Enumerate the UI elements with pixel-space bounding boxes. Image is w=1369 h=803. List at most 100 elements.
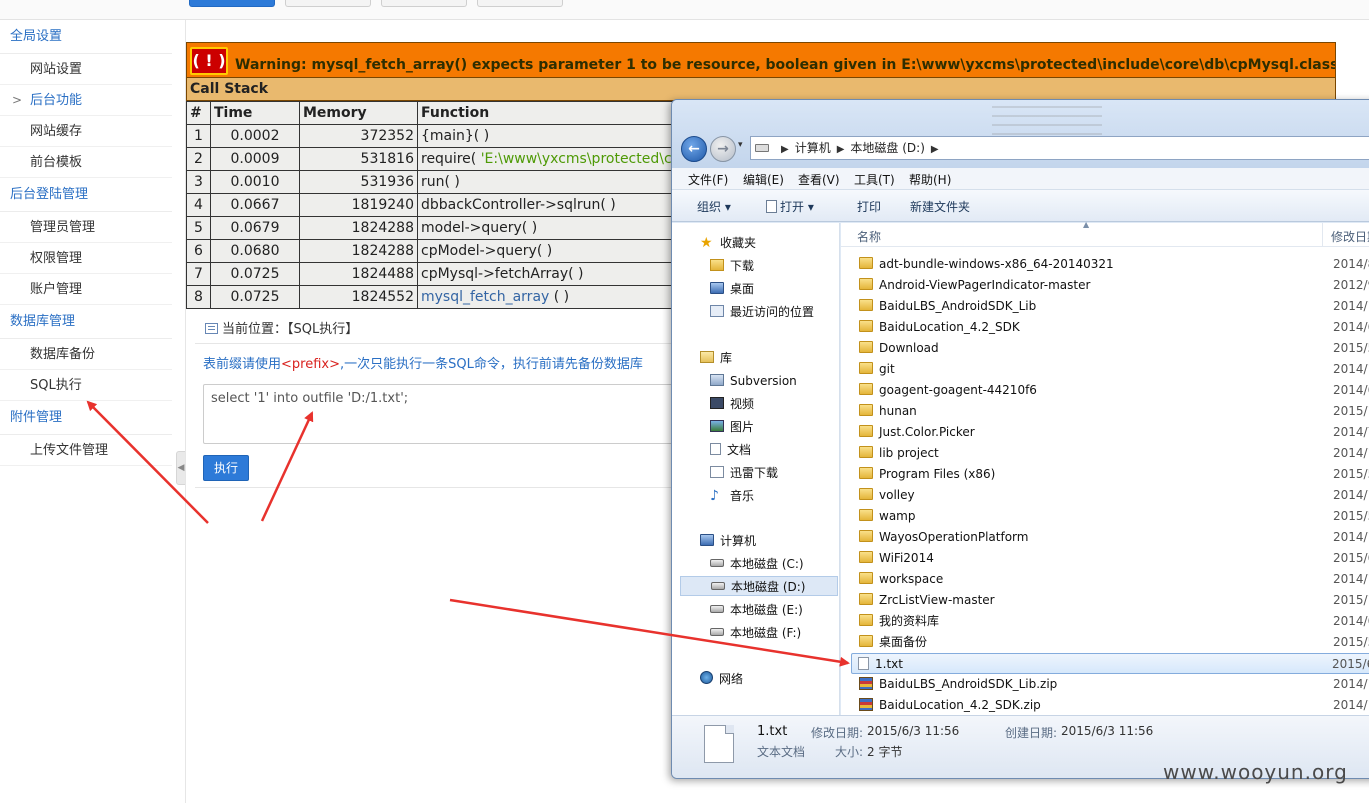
nav-network[interactable]: 网络 [700, 669, 743, 689]
sidebar-item-account-manage[interactable]: 账户管理 [0, 274, 172, 305]
file-row[interactable]: volley 2014/1 [853, 485, 1369, 506]
file-row[interactable]: Program Files (x86) 2015/5 [853, 464, 1369, 485]
nav-favorites[interactable]: ★ 收藏夹 [700, 233, 756, 253]
menu-file[interactable]: 文件(F) [688, 171, 728, 188]
file-row[interactable]: goagent-goagent-44210f6 2014/6 [853, 380, 1369, 401]
top-tab-active[interactable] [189, 0, 275, 7]
sidebar-item-sql-exec[interactable]: SQL执行 [0, 370, 172, 401]
sidebar-item-site-settings[interactable]: 网站设置 [0, 54, 172, 85]
cell-time: 0.0725 [210, 285, 300, 309]
menu-help[interactable]: 帮助(H) [909, 171, 951, 188]
file-row[interactable]: 我的资料库 2014/6 [853, 611, 1369, 632]
sql-input[interactable]: select '1' into outfile 'D:/1.txt'; [203, 384, 678, 444]
nav-drive-d[interactable]: 本地磁盘 (D:) [680, 576, 838, 596]
file-row[interactable]: hunan 2015/1 [853, 401, 1369, 422]
open-button[interactable]: 打开 ▾ [766, 198, 814, 215]
column-date[interactable]: 修改日期 [1331, 228, 1369, 245]
file-row[interactable]: git 2014/1 [853, 359, 1369, 380]
file-row[interactable]: workspace 2014/1 [853, 569, 1369, 590]
nav-libraries[interactable]: 库 [700, 348, 732, 368]
file-name: 我的资料库 [859, 611, 939, 632]
file-row[interactable]: 桌面备份 2015/5 [853, 632, 1369, 653]
sidebar-group-global[interactable]: 全局设置 [0, 20, 172, 54]
menu-tools[interactable]: 工具(T) [854, 171, 895, 188]
sidebar-group-attachments[interactable]: 附件管理 [0, 401, 172, 435]
file-date: 2014/1 [1333, 677, 1369, 691]
folder-icon [859, 404, 873, 416]
nav-drive-c[interactable]: 本地磁盘 (C:) [710, 554, 804, 574]
nav-computer[interactable]: 计算机 [700, 531, 756, 551]
col-function: Function [416, 101, 685, 125]
sidebar-item-upload-files[interactable]: 上传文件管理 [0, 435, 172, 466]
file-row[interactable]: 1.txt 2015/6 [851, 653, 1369, 674]
file-row[interactable]: BaiduLocation_4.2_SDK.zip 2014/1 [853, 695, 1369, 716]
file-row[interactable]: lib project 2014/1 [853, 443, 1369, 464]
nav-recent-places[interactable]: 最近访问的位置 [710, 302, 814, 322]
sidebar-item-site-cache[interactable]: 网站缓存 [0, 116, 172, 147]
file-row[interactable]: BaiduLocation_4.2_SDK 2014/6 [853, 317, 1369, 338]
sidebar-item-backend-functions[interactable]: > 后台功能 [0, 85, 172, 116]
sidebar-group-login-admin[interactable]: 后台登陆管理 [0, 178, 172, 212]
nav-drive-e[interactable]: 本地磁盘 (E:) [710, 600, 803, 620]
top-tab[interactable] [285, 0, 371, 7]
drive-icon [710, 605, 724, 613]
file-row[interactable]: BaiduLBS_AndroidSDK_Lib.zip 2014/1 [853, 674, 1369, 695]
file-row[interactable]: Download 2015/5 [853, 338, 1369, 359]
sidebar-item-db-backup[interactable]: 数据库备份 [0, 339, 172, 370]
sidebar-item-permission-manage[interactable]: 权限管理 [0, 243, 172, 274]
folder-icon [859, 551, 873, 563]
file-row[interactable]: Just.Color.Picker 2014/7 [853, 422, 1369, 443]
file-name: BaiduLocation_4.2_SDK.zip [859, 695, 1041, 716]
nav-pictures[interactable]: 图片 [710, 417, 754, 437]
function-link[interactable]: mysql_fetch_array [421, 289, 549, 305]
nav-label: 图片 [730, 420, 755, 434]
history-dropdown-icon[interactable]: ▾ [738, 140, 743, 150]
tip-prefix: 表前缀请使用 [203, 357, 282, 372]
execute-button[interactable]: 执行 [203, 455, 249, 481]
new-folder-button[interactable]: 新建文件夹 [910, 198, 970, 215]
file-date: 2012/9 [1333, 278, 1369, 292]
cell-function: run( ) [416, 170, 685, 194]
menu-edit[interactable]: 编辑(E) [743, 171, 784, 188]
tip-token: <prefix> [281, 357, 340, 372]
organize-button[interactable]: 组织 ▾ [697, 198, 731, 215]
video-icon [710, 397, 724, 409]
sidebar-item-admin-manage[interactable]: 管理员管理 [0, 212, 172, 243]
file-row[interactable]: adt-bundle-windows-x86_64-20140321 2014/8 [853, 254, 1369, 275]
top-tab[interactable] [477, 0, 563, 7]
file-row[interactable]: BaiduLBS_AndroidSDK_Lib 2014/1 [853, 296, 1369, 317]
file-row[interactable]: Android-ViewPagerIndicator-master 2012/9 [853, 275, 1369, 296]
forward-button[interactable]: → [710, 136, 736, 162]
nav-thunder-downloads[interactable]: 迅雷下载 [710, 463, 778, 483]
subversion-icon [710, 374, 724, 386]
nav-label: 迅雷下载 [730, 466, 779, 480]
thunder-download-icon [710, 466, 724, 478]
address-computer[interactable]: 计算机 [795, 141, 831, 155]
nav-drive-f[interactable]: 本地磁盘 (F:) [710, 623, 801, 643]
nav-documents[interactable]: 文档 [710, 440, 751, 460]
sidebar-item-frontend-template[interactable]: 前台模板 [0, 147, 172, 178]
menu-view[interactable]: 查看(V) [798, 171, 840, 188]
nav-videos[interactable]: 视频 [710, 394, 754, 414]
file-row[interactable]: wamp 2015/5 [853, 506, 1369, 527]
print-button[interactable]: 打印 [857, 198, 881, 215]
back-button[interactable]: ← [681, 136, 707, 162]
breadcrumb-separator-icon: ▶ [781, 144, 789, 155]
file-row[interactable]: ZrcListView-master 2015/1 [853, 590, 1369, 611]
nav-music[interactable]: ♪ 音乐 [710, 486, 754, 506]
nav-desktop[interactable]: 桌面 [710, 279, 754, 299]
file-row[interactable]: WiFi2014 2015/6 [853, 548, 1369, 569]
document-icon [766, 200, 777, 213]
nav-downloads[interactable]: 下载 [710, 256, 754, 276]
file-row[interactable]: WayosOperationPlatform 2014/1 [853, 527, 1369, 548]
sidebar-group-database[interactable]: 数据库管理 [0, 305, 172, 339]
nav-label: 文档 [727, 443, 752, 457]
nav-subversion[interactable]: Subversion [710, 371, 797, 391]
top-tab[interactable] [381, 0, 467, 7]
details-type: 文本文档 [757, 745, 806, 759]
address-drive-d[interactable]: 本地磁盘 (D:) [850, 141, 924, 155]
column-name[interactable]: 名称 [857, 228, 881, 245]
address-bar[interactable]: ▶ 计算机 ▶ 本地磁盘 (D:) ▶ [750, 136, 1369, 160]
nav-label: 库 [720, 351, 733, 365]
file-name-text: 1.txt [875, 657, 903, 671]
